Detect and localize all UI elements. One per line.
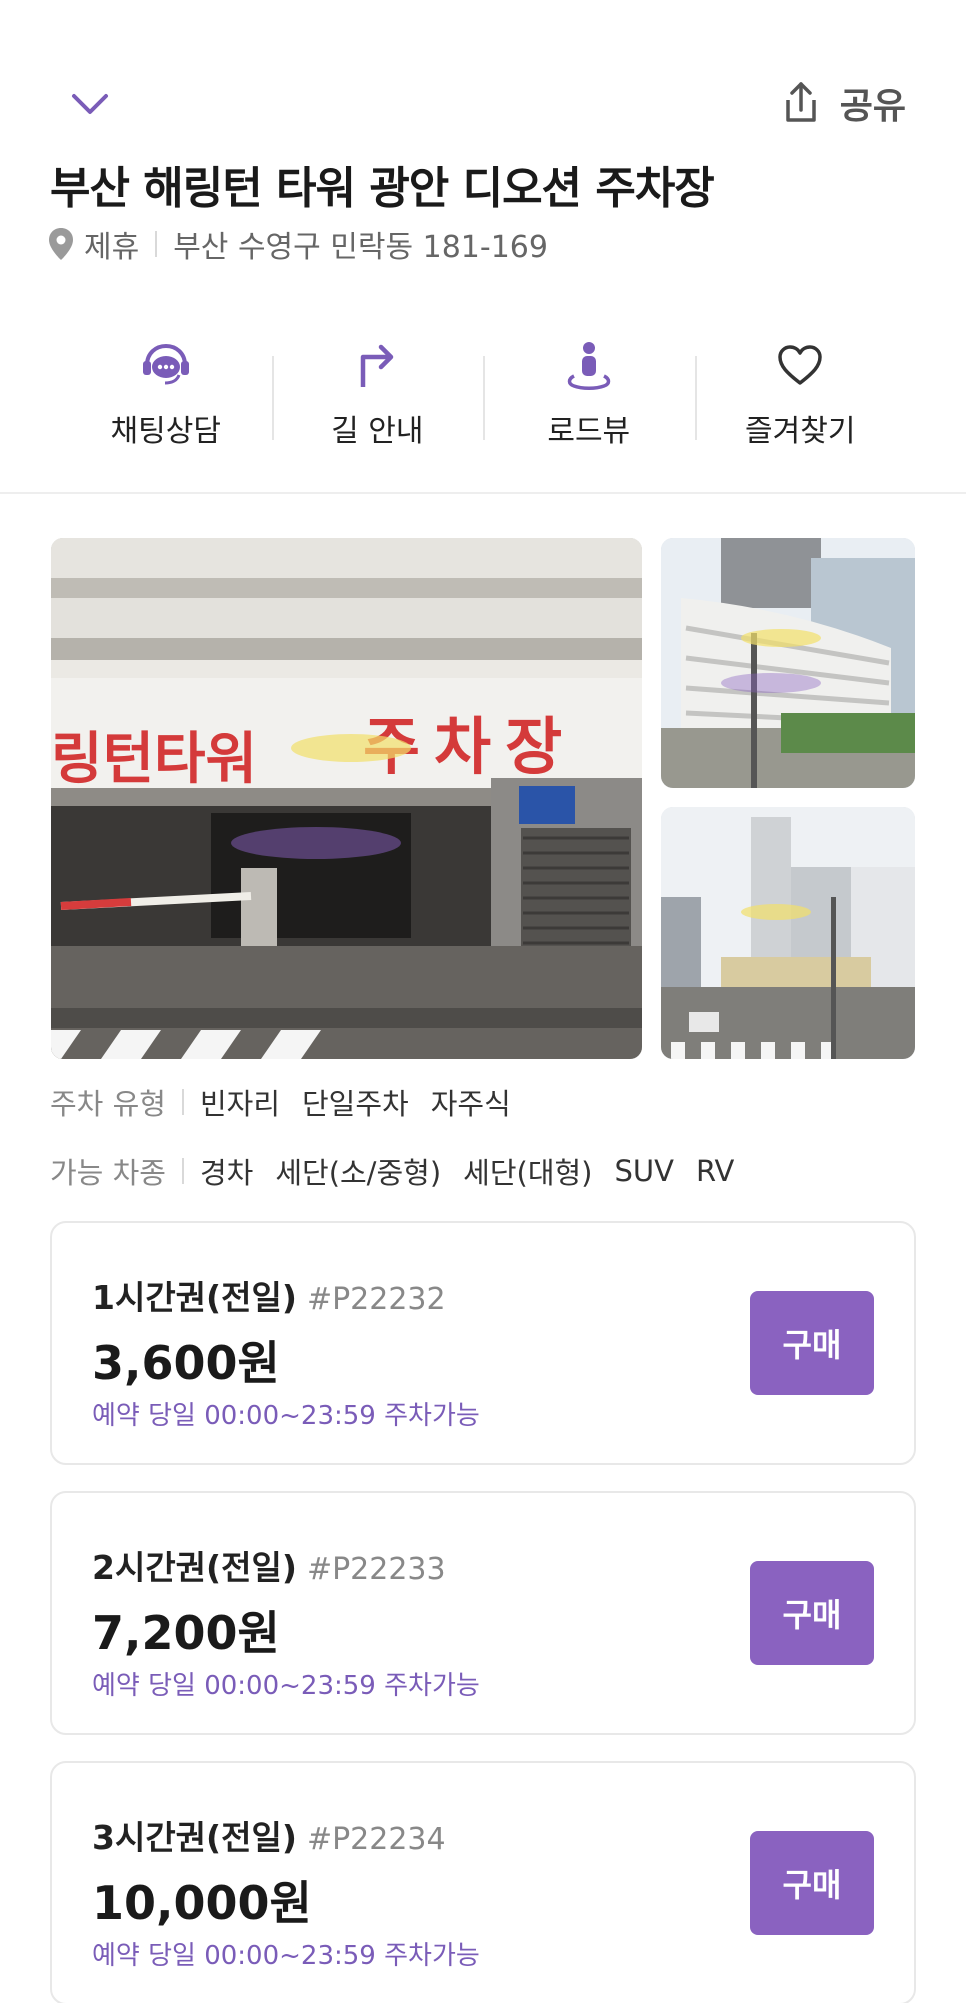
vehicle-type-value: 세단(대형) <box>463 1156 593 1190</box>
vehicle-type-value: RV <box>695 1154 735 1188</box>
ticket-price: 7,200원 <box>92 1606 280 1660</box>
share-icon <box>786 82 816 122</box>
ticket-card: 1시간권(전일) #P22232 3,600원 예약 당일 00:00~23:59… <box>50 1221 916 1465</box>
roadview-label: 로드뷰 <box>547 414 631 449</box>
roadview-photo-3[interactable] <box>661 807 915 1059</box>
section-divider <box>0 492 966 494</box>
ticket-name: 1시간권(전일) <box>92 1278 297 1317</box>
separator <box>181 1158 184 1184</box>
directions-label: 길 안내 <box>331 414 424 449</box>
favorite-label: 즐겨찾기 <box>745 414 856 449</box>
ticket-card: 2시간권(전일) #P22233 7,200원 예약 당일 00:00~23:59… <box>50 1491 916 1735</box>
roadview-photo-2[interactable] <box>661 538 915 788</box>
favorite-button[interactable]: 즐겨찾기 <box>694 340 907 450</box>
heart-icon <box>777 340 823 390</box>
partner-tag: 제휴 <box>84 230 140 265</box>
ticket-note: 예약 당일 00:00~23:59 주차가능 <box>92 1671 480 1701</box>
action-bar: 채팅상담 길 안내 로드뷰 즐겨찾기 <box>60 340 906 450</box>
ticket-note: 예약 당일 00:00~23:59 주차가능 <box>92 1941 480 1971</box>
parking-type-value: 단일주차 <box>302 1087 409 1121</box>
address-text: 부산 수영구 민락동 181-169 <box>173 230 548 265</box>
chevron-down-icon <box>72 94 108 114</box>
chat-consult-label: 채팅상담 <box>110 414 221 449</box>
ticket-code: #P22234 <box>306 1822 446 1857</box>
collapse-button[interactable] <box>68 82 112 126</box>
buy-button[interactable]: 구매 <box>750 1291 874 1395</box>
ticket-price: 3,600원 <box>92 1336 280 1390</box>
share-button[interactable]: 공유 <box>780 78 906 128</box>
ticket-price: 10,000원 <box>92 1876 312 1930</box>
roadview-button[interactable]: 로드뷰 <box>483 340 695 450</box>
location-pin-icon <box>49 228 73 260</box>
ticket-name-line: 1시간권(전일) #P22232 <box>92 1271 446 1319</box>
separator <box>181 1089 184 1115</box>
page-title: 부산 해링턴 타워 광안 디오션 주차장 <box>50 163 715 214</box>
share-label: 공유 <box>839 86 906 127</box>
ticket-name-line: 3시간권(전일) #P22234 <box>92 1811 446 1859</box>
ticket-card: 3시간권(전일) #P22234 10,000원 예약 당일 00:00~23:5… <box>50 1761 916 2003</box>
photo-sign-tower: 링턴타워 <box>51 727 257 792</box>
buy-button[interactable]: 구매 <box>750 1561 874 1665</box>
separator <box>155 231 158 257</box>
parking-type-row: 주차 유형 빈자리 단일주차 자주식 <box>50 1080 533 1124</box>
parking-type-value: 빈자리 <box>199 1087 280 1121</box>
ticket-note: 예약 당일 00:00~23:59 주차가능 <box>92 1401 480 1431</box>
chat-headset-icon <box>141 340 191 390</box>
ticket-code: #P22233 <box>306 1552 446 1587</box>
parking-type-value: 자주식 <box>430 1087 511 1121</box>
street-view-person-icon <box>566 340 612 390</box>
ticket-name: 3시간권(전일) <box>92 1818 297 1857</box>
directions-button[interactable]: 길 안내 <box>271 340 484 450</box>
vehicle-type-value: 세단(소/중형) <box>275 1156 442 1190</box>
parking-type-label: 주차 유형 <box>50 1087 166 1121</box>
vehicle-type-row: 가능 차종 경차 세단(소/중형) 세단(대형) SUV RV <box>50 1149 756 1193</box>
vehicle-type-label: 가능 차종 <box>50 1156 166 1190</box>
turn-right-arrow-icon <box>355 340 399 390</box>
main-roadview-photo[interactable]: 링턴타워 주차장 <box>51 538 642 1059</box>
top-bar: 공유 <box>0 70 966 134</box>
ticket-code: #P22232 <box>306 1282 446 1317</box>
ticket-name: 2시간권(전일) <box>92 1548 297 1587</box>
address-line: 제휴 부산 수영구 민락동 181-169 <box>48 222 548 266</box>
chat-consult-button[interactable]: 채팅상담 <box>60 340 272 450</box>
vehicle-type-value: SUV <box>614 1154 674 1188</box>
ticket-name-line: 2시간권(전일) #P22233 <box>92 1541 446 1589</box>
buy-button[interactable]: 구매 <box>750 1831 874 1935</box>
vehicle-type-value: 경차 <box>199 1156 254 1190</box>
